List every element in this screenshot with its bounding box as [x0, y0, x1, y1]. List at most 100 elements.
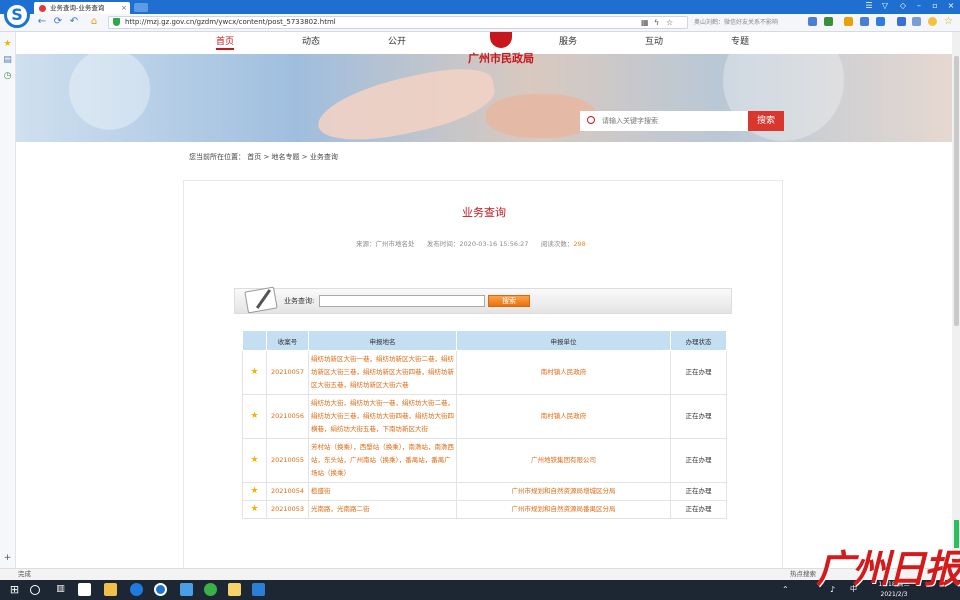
results-table: 收案号 申报地名 申报单位 办理状态 ★ 20210057 绢纺坊新区大街一巷，… [242, 330, 727, 519]
nav-service[interactable]: 服务 [559, 34, 577, 47]
nav-interaction[interactable]: 互动 [645, 34, 663, 47]
table-row[interactable]: ★ 20210057 绢纺坊新区大街一巷，绢纺坊新区大街二巷，绢纺坊新区大街三巷… [242, 350, 727, 395]
article-meta: 来源：广州市地名处 发布时间：2020-03-16 15:56:27 阅读次数：… [356, 238, 586, 248]
news-ticker[interactable]: 奥山刘鹤：微信好友关系不影响 [694, 16, 800, 29]
query-input[interactable] [319, 295, 485, 307]
app-yellow-icon[interactable] [228, 583, 241, 596]
applicant[interactable]: 南村镇人民政府 [456, 350, 671, 395]
status: 正在办理 [670, 482, 727, 501]
hot-search-link[interactable]: 热点搜索 [790, 569, 816, 580]
case-number[interactable]: 20210055 [266, 438, 309, 483]
query-search-button[interactable]: 搜索 [488, 295, 530, 307]
window-skin-icon[interactable]: ▽ [878, 1, 892, 10]
case-number[interactable]: 20210057 [266, 350, 309, 395]
browser-logo-icon[interactable]: S [4, 2, 30, 28]
breadcrumb[interactable]: 您当前所在位置： 首页 > 地名专题 > 业务查询 [189, 152, 338, 162]
web-page: 首页 动态 公开 服务 互动 专题 搜索 广州市民政局 您当前所在位置： 首页 … [16, 32, 952, 568]
extension-2-icon[interactable] [860, 17, 869, 26]
file-explorer-icon[interactable] [104, 583, 117, 596]
url-text: http://mzj.gz.gov.cn/gzdm/ywcx/content/p… [125, 18, 336, 26]
search-input[interactable] [580, 111, 748, 131]
table-row[interactable]: ★ 20210055 芳村站（换乘），西塱站（换乘），南漖站，南漖西站，东头站，… [242, 438, 727, 483]
tab-active[interactable]: 业务查询-业务查询 × [34, 2, 130, 14]
app-mail-icon[interactable] [252, 583, 265, 596]
new-tab-button[interactable] [134, 3, 148, 12]
extension-1-icon[interactable] [808, 17, 817, 26]
task-view-icon[interactable]: ▥ [54, 583, 67, 596]
source: 来源：广州市地名处 [356, 240, 415, 248]
security-shield-icon [113, 18, 120, 26]
back-button[interactable]: ← [36, 16, 48, 28]
col-star [242, 330, 267, 351]
window-minimize-button[interactable]: – [912, 1, 926, 10]
apps-grid-icon[interactable]: ▦ [641, 18, 650, 27]
nav-news[interactable]: 动态 [302, 34, 320, 47]
extension-4-icon[interactable] [912, 17, 921, 26]
place-name[interactable]: 光南路，光南路二街 [308, 500, 457, 519]
applicant[interactable]: 南村镇人民政府 [456, 394, 671, 439]
scissors-icon[interactable] [824, 17, 833, 26]
tray-network-icon[interactable]: ⌃ [782, 583, 795, 596]
search-icon [587, 116, 595, 124]
table-row[interactable]: ★ 20210053 光南路，光南路二街 广州市规划和自然资源局番禺区分局 正在… [242, 500, 727, 519]
case-number[interactable]: 20210054 [266, 482, 309, 501]
place-name[interactable]: 芳村站（换乘），西塱站（换乘），南漖站，南漖西站，东头站，广州南站（换乘），番禺… [308, 438, 457, 483]
search-taskbar-icon[interactable] [30, 585, 40, 595]
edge-browser-icon[interactable] [130, 583, 143, 596]
emblem-icon [490, 32, 512, 48]
url-input[interactable]: http://mzj.gz.gov.cn/gzdm/ywcx/content/p… [108, 16, 688, 29]
undo-button[interactable]: ↶ [68, 16, 80, 28]
nav-topics[interactable]: 专题 [731, 34, 749, 47]
emoji-icon[interactable] [928, 17, 937, 26]
sogou-browser-icon[interactable] [154, 583, 167, 596]
nav-home[interactable]: 首页 [216, 34, 235, 50]
favorites-icon[interactable]: ★ [3, 40, 12, 49]
views-label: 阅读次数： [540, 240, 574, 248]
scrollbar-thumb[interactable] [954, 56, 959, 326]
window-menu-icon[interactable]: ☰ [862, 1, 876, 10]
col-case-number: 收案号 [266, 330, 309, 351]
extension-3-icon[interactable] [897, 17, 906, 26]
app-blue-icon[interactable] [180, 583, 193, 596]
wechat-icon[interactable] [204, 583, 217, 596]
download-icon[interactable] [876, 17, 885, 26]
nav-public[interactable]: 公开 [388, 34, 406, 47]
col-place-name: 申报地名 [308, 330, 457, 351]
table-row[interactable]: ★ 20210054 榄盛街 广州市规划和自然资源局增城区分局 正在办理 [242, 482, 727, 501]
add-panel-icon[interactable]: + [3, 554, 12, 563]
col-status: 办理状态 [670, 330, 727, 351]
refresh-button[interactable]: ⟳ [52, 16, 64, 28]
status: 正在办理 [670, 438, 727, 483]
history-icon[interactable]: ◷ [3, 72, 12, 81]
side-rail: ★ ▤ ◷ + [0, 32, 16, 568]
case-number[interactable]: 20210056 [266, 394, 309, 439]
site-favicon-icon [39, 5, 46, 12]
place-name[interactable]: 绢纺坊大街，绢纺坊大街一巷，绢纺坊大街二巷，绢纺坊大街三巷，绢纺坊大街四巷，绢纺… [308, 394, 457, 439]
applicant[interactable]: 广州市规划和自然资源局增城区分局 [456, 482, 671, 501]
window-close-button[interactable]: × [944, 1, 958, 10]
place-name[interactable]: 榄盛街 [308, 482, 457, 501]
place-name[interactable]: 绢纺坊新区大街一巷，绢纺坊新区大街二巷，绢纺坊新区大街三巷，绢纺坊新区大街四巷，… [308, 350, 457, 395]
tab-close-button[interactable]: × [121, 2, 127, 14]
site-title[interactable]: 广州市民政局 [448, 50, 554, 66]
favorites-star-icon[interactable]: ☆ [944, 17, 953, 27]
window-maximize-button[interactable]: ▫ [928, 1, 942, 10]
key-icon[interactable] [844, 17, 853, 26]
start-button-icon[interactable]: ⊞ [8, 583, 21, 596]
case-number[interactable]: 20210053 [266, 500, 309, 519]
flash-icon[interactable]: ϟ [654, 18, 663, 27]
applicant[interactable]: 广州市规划和自然资源局番禺区分局 [456, 500, 671, 519]
window-shirt-icon[interactable]: ◇ [896, 1, 910, 10]
table-row[interactable]: ★ 20210056 绢纺坊大街，绢纺坊大街一巷，绢纺坊大街二巷，绢纺坊大街三巷… [242, 394, 727, 439]
search-button[interactable]: 搜索 [748, 111, 784, 131]
views-count: 298 [573, 240, 586, 248]
applicant[interactable]: 广州地铁集团有限公司 [456, 438, 671, 483]
page-title: 业务查询 [462, 206, 506, 219]
star-icon: ★ [250, 486, 259, 496]
table-header-row: 收案号 申报地名 申报单位 办理状态 [242, 330, 727, 351]
bookmark-star-icon[interactable]: ☆ [666, 18, 675, 27]
home-button[interactable]: ⌂ [88, 16, 100, 28]
reading-list-icon[interactable]: ▤ [3, 56, 12, 65]
status: 正在办理 [670, 500, 727, 519]
app-pinwheel-icon[interactable] [78, 583, 91, 596]
